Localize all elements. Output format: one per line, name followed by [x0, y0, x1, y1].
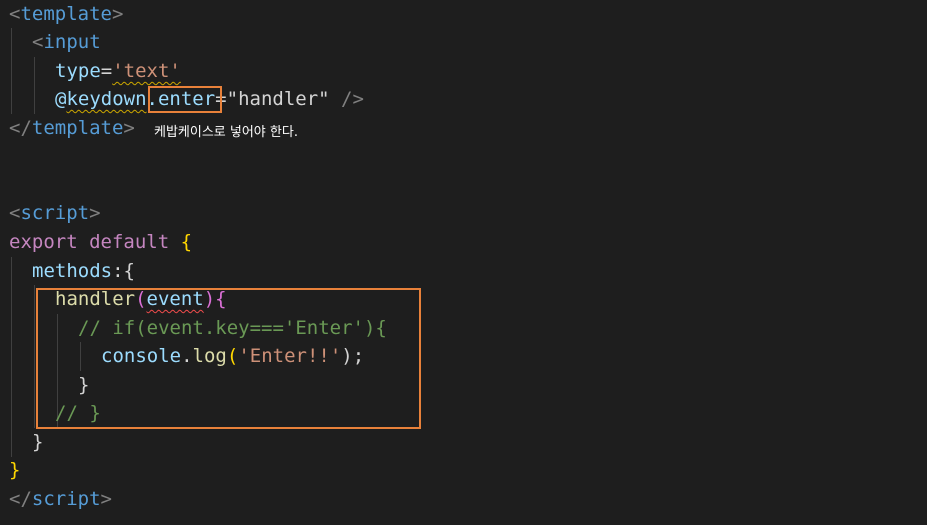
brace: { [169, 231, 193, 253]
code-line-3: type='text' [55, 57, 181, 85]
tag-bracket: < [32, 31, 44, 53]
highlight-box-enter-modifier [148, 86, 222, 113]
event-at-sign: @ [55, 88, 67, 110]
tag-name: template [20, 3, 112, 25]
tag-bracket: </ [9, 488, 32, 510]
code-editor[interactable]: <template> <input type='text' @keydown.e… [0, 0, 927, 525]
brace: } [9, 459, 21, 481]
code-line-8: <script> [9, 199, 101, 227]
annotation-note: 케밥케이스로 넣어야 한다. [154, 125, 298, 140]
attribute-name: type [55, 60, 101, 82]
tag-bracket: </ [9, 117, 32, 139]
tag-bracket: /> [329, 88, 364, 110]
code-line-18: </script> [9, 485, 112, 513]
tag-bracket: > [100, 488, 112, 510]
equals-sign: = [100, 60, 113, 82]
tag-name: script [20, 202, 90, 224]
keyword-export: export [9, 231, 78, 253]
indent-guide [34, 285, 35, 428]
attribute-value: 'text' [112, 60, 181, 82]
tag-bracket: < [9, 3, 21, 25]
code-line-16: } [32, 428, 43, 456]
indent-guide [11, 28, 12, 114]
code-line-9: export default { [9, 228, 192, 256]
code-line-2: <input [32, 28, 101, 56]
code-line-10: methods:{ [32, 257, 135, 285]
tag-name: script [31, 488, 101, 510]
code-line-1: <template> [9, 0, 123, 28]
handler-value: "handler" [226, 88, 330, 110]
code-line-17: } [9, 456, 20, 484]
indent-guide [11, 257, 12, 457]
tag-name: input [43, 31, 101, 53]
tag-bracket: > [123, 117, 135, 139]
tag-bracket: > [111, 3, 124, 25]
indent-guide [34, 57, 35, 114]
punctuation: :{ [112, 260, 135, 282]
brace: } [32, 431, 44, 453]
tag-bracket: > [89, 202, 101, 224]
tag-name: template [31, 117, 124, 139]
keyword-default: default [89, 231, 170, 253]
highlight-box-handler-method [36, 288, 421, 429]
event-name: keydown [66, 88, 147, 110]
property-methods: methods [32, 260, 113, 282]
code-line-5: </template> [9, 114, 135, 142]
tag-bracket: < [9, 202, 21, 224]
